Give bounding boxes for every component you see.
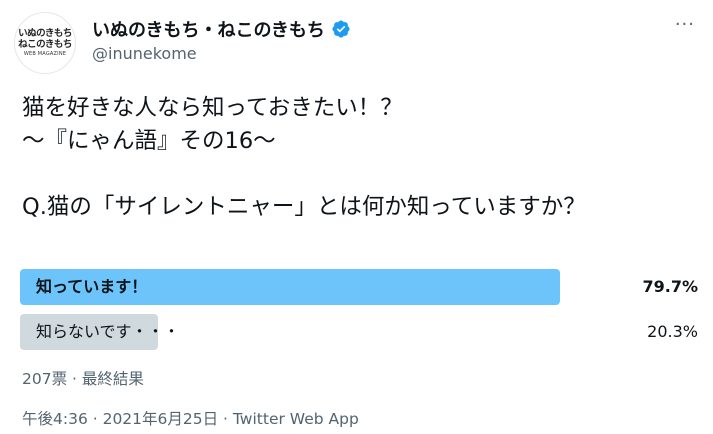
poll-option-1-label: 知っています！ (36, 277, 148, 296)
tweet-text-line2: ～『にゃん語』その16～ (22, 128, 276, 154)
poll-option-1-percent: 79.7% (642, 277, 698, 296)
more-options-icon[interactable]: ··· (675, 16, 695, 34)
poll-option-1[interactable]: 知っています！ 79.7% (20, 269, 698, 305)
avatar[interactable]: いぬのきもち ねこのきもち WEB MAGAZINE (14, 12, 76, 74)
tweet-text-line1: 猫を好きな人なら知っておきたい！？ (22, 95, 403, 121)
tweet-timestamp[interactable]: 午後4:36 · 2021年6月25日 · Twitter Web App (22, 407, 359, 429)
tweet-card: いぬのきもち ねこのきもち WEB MAGAZINE いぬのきもち・ねこのきもち… (0, 0, 713, 434)
avatar-logo-line2: ねこのきもち (18, 39, 72, 50)
poll-option-2-label: 知らないです・・・ (36, 322, 180, 341)
verified-badge-icon (332, 20, 350, 38)
tweet-text: 猫を好きな人なら知っておきたい！？ ～『にゃん語』その16～ Q.猫の「サイレン… (22, 92, 694, 224)
poll-option-2-percent: 20.3% (647, 322, 698, 341)
avatar-logo-line1: いぬのきもち (18, 28, 72, 39)
avatar-logo-line3: WEB MAGAZINE (23, 51, 67, 57)
tweet-text-question: Q.猫の「サイレントニャー」とは何か知っていますか？ (22, 194, 586, 220)
tweet-text-gap (22, 158, 694, 191)
handle[interactable]: @inunekome (92, 44, 197, 63)
author-name-row[interactable]: いぬのきもち・ねこのきもち (92, 16, 351, 42)
poll-results-meta: 207票 · 最終結果 (22, 370, 144, 388)
poll-option-2[interactable]: 知らないです・・・ 20.3% (20, 314, 698, 350)
display-name[interactable]: いぬのきもち・ねこのきもち (92, 16, 325, 42)
